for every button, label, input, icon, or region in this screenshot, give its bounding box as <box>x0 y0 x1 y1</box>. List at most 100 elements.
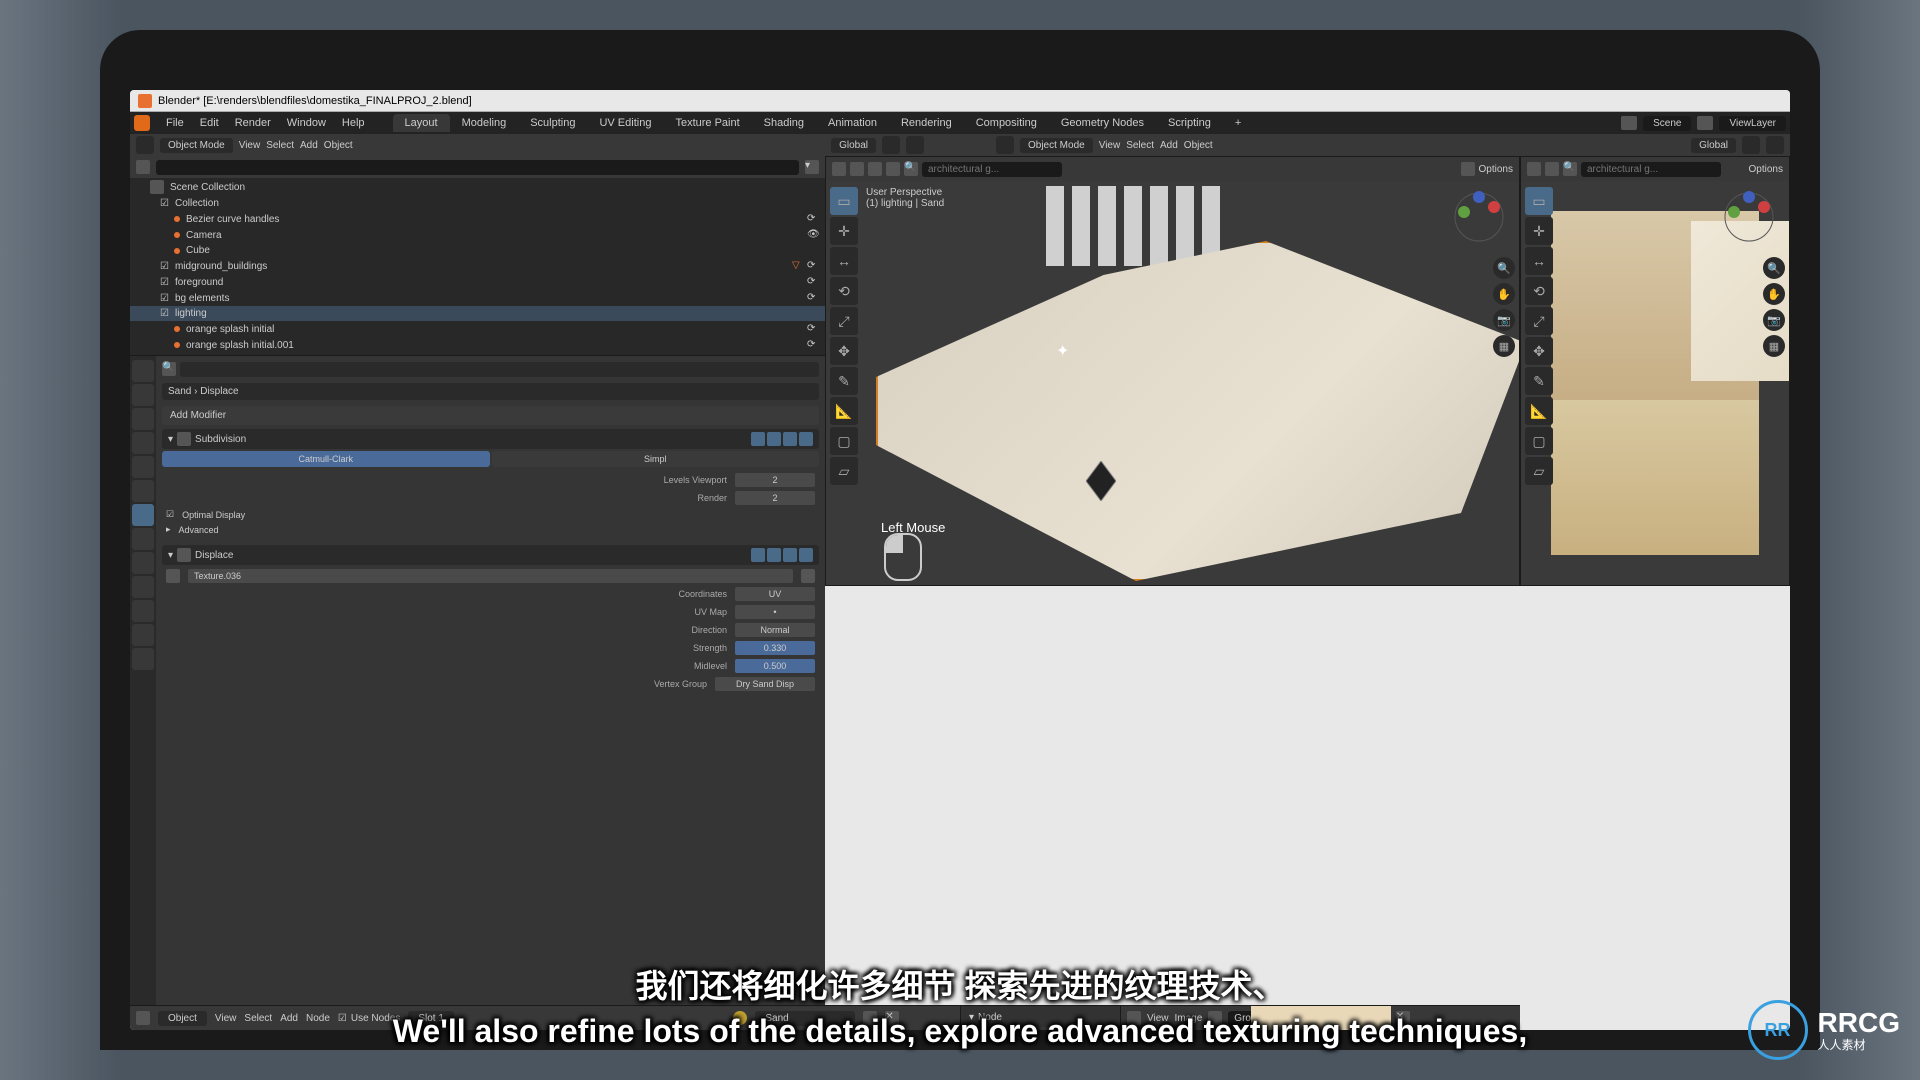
tool-addcube[interactable]: ▢ <box>1525 427 1553 455</box>
tab-sculpting[interactable]: Sculpting <box>518 114 587 132</box>
close-icon[interactable]: ✕ <box>885 1011 899 1025</box>
menu-object[interactable]: Object <box>324 140 353 151</box>
menu-select[interactable]: Select <box>244 1013 272 1024</box>
pan-icon[interactable]: ✋ <box>1493 283 1515 305</box>
editor-type-icon[interactable] <box>136 1011 150 1025</box>
catmull-clark-button[interactable]: Catmull-Clark <box>162 451 490 467</box>
modifier-subdivision-header[interactable]: ▾ Subdivision <box>162 429 819 449</box>
tab-rendering[interactable]: Rendering <box>889 114 964 132</box>
zoom-icon[interactable]: 🔍 <box>1763 257 1785 279</box>
restrict-icon[interactable]: ⟳ <box>807 276 819 288</box>
options-dropdown-2[interactable]: Options <box>1749 164 1783 175</box>
outliner-item[interactable]: orange splash initial⟳ <box>130 321 825 337</box>
tool-select[interactable]: ▭ <box>1525 187 1553 215</box>
material-icon[interactable] <box>733 1011 747 1025</box>
tool-annotate[interactable]: ✎ <box>830 367 858 395</box>
tool-measure[interactable]: 📐 <box>1525 397 1553 425</box>
outliner-item[interactable]: Bezier curve handles⟳ <box>130 211 825 227</box>
mod-toggle-icon[interactable] <box>767 432 781 446</box>
material-field[interactable]: Sand <box>755 1011 855 1026</box>
ptab-output[interactable] <box>132 384 154 406</box>
viewlayer-icon[interactable] <box>1697 116 1713 130</box>
render-levels-input[interactable]: 2 <box>735 491 815 505</box>
pin-icon[interactable] <box>863 1011 877 1025</box>
ptab-physics[interactable] <box>132 552 154 574</box>
tool-cursor[interactable]: ✛ <box>1525 217 1553 245</box>
chevron-right-icon[interactable]: ▸ <box>166 524 171 535</box>
menu-add[interactable]: Add <box>300 140 318 151</box>
coords-dropdown[interactable]: UV <box>735 587 815 601</box>
tool-select[interactable]: ▭ <box>830 187 858 215</box>
mod-toggle-icon[interactable] <box>799 548 813 562</box>
tab-layout[interactable]: Layout <box>393 114 450 132</box>
mod-toggle-icon[interactable] <box>799 432 813 446</box>
menu-window[interactable]: Window <box>279 117 334 129</box>
tab-compositing[interactable]: Compositing <box>964 114 1049 132</box>
outliner-type-icon[interactable] <box>136 160 150 174</box>
tool-cursor[interactable]: ✛ <box>830 217 858 245</box>
scene-icon[interactable] <box>1621 116 1637 130</box>
ptab-render[interactable] <box>132 360 154 382</box>
simple-button[interactable]: Simpl <box>492 451 820 467</box>
camera-icon[interactable]: 📷 <box>1763 309 1785 331</box>
image-editor[interactable]: View Image 2 ✕ 🔍 ✋ <box>1120 1006 1520 1030</box>
mod-toggle-icon[interactable] <box>751 548 765 562</box>
viewlayer-field[interactable]: ViewLayer <box>1719 116 1786 131</box>
checkbox-icon[interactable]: ☑ <box>160 261 169 272</box>
viewport-left[interactable]: 🔍 Options ✦ Left Mouse User Perspective … <box>825 156 1520 586</box>
tab-animation[interactable]: Animation <box>816 114 889 132</box>
viewport-right[interactable]: 🔍 Options ▭ ✛ ↔ ⟲ ⤢ ✥ ✎ 📐 ▢ <box>1520 156 1790 586</box>
menu-help[interactable]: Help <box>334 117 373 129</box>
orientation-dropdown[interactable]: Global <box>831 138 876 153</box>
chevron-down-icon[interactable]: ▾ <box>168 550 173 561</box>
tool-transform[interactable]: ✥ <box>830 337 858 365</box>
menu-view[interactable]: View <box>239 140 261 151</box>
tab-modeling[interactable]: Modeling <box>450 114 519 132</box>
nav-gizmo-2[interactable] <box>1719 187 1779 247</box>
restrict-icon[interactable]: ⟳ <box>807 292 819 304</box>
outliner-item[interactable]: Camera👁 <box>130 227 825 243</box>
overlays-icon[interactable] <box>832 162 846 176</box>
tool-addcube[interactable]: ▢ <box>830 427 858 455</box>
menu-view[interactable]: View <box>215 1013 237 1024</box>
gizmo-icon[interactable] <box>850 162 864 176</box>
tool-shear[interactable]: ▱ <box>830 457 858 485</box>
tool-move[interactable]: ↔ <box>830 247 858 275</box>
menu-image[interactable]: Image <box>1175 1013 1203 1024</box>
optimal-checkbox[interactable]: ☑ <box>166 509 174 520</box>
node-n-panel[interactable]: ▾Node Reset Node Name: Label: ▾Color≡ ▾P… <box>960 1006 1120 1030</box>
slot-dropdown[interactable]: Slot 1 <box>408 1011 454 1026</box>
overlays-icon[interactable] <box>1527 162 1541 176</box>
mod-toggle-icon[interactable] <box>783 548 797 562</box>
mod-toggle-icon[interactable] <box>783 432 797 446</box>
restrict-icon[interactable]: ⟳ <box>807 339 819 351</box>
outliner-item[interactable]: orange splash initial.001⟳ <box>130 337 825 353</box>
ptab-viewlayer[interactable] <box>132 408 154 430</box>
menu-select-2[interactable]: Select <box>1126 140 1154 151</box>
close-icon[interactable]: ✕ <box>1396 1011 1410 1025</box>
restrict-icon[interactable]: ⟳ <box>807 323 819 335</box>
tab-geonodes[interactable]: Geometry Nodes <box>1049 114 1156 132</box>
menu-select[interactable]: Select <box>266 140 294 151</box>
snap-icon[interactable] <box>882 136 900 154</box>
restrict-icon[interactable]: 👁 <box>807 229 819 241</box>
restrict-icon[interactable]: ⟳ <box>807 213 819 225</box>
node-editor[interactable]: Object View Select Add Node ☑Use Nodes S… <box>130 1005 1520 1030</box>
outliner-item[interactable]: ☑Collection <box>130 196 825 211</box>
scene-field[interactable]: Scene <box>1643 116 1691 131</box>
tool-annotate[interactable]: ✎ <box>1525 367 1553 395</box>
node-object-dropdown[interactable]: Object <box>158 1011 207 1026</box>
shading-render-icon[interactable] <box>1545 162 1559 176</box>
tool-move[interactable]: ↔ <box>1525 247 1553 275</box>
chevron-down-icon[interactable]: ▾ <box>168 434 173 445</box>
tool-transform[interactable]: ✥ <box>1525 337 1553 365</box>
chevron-down-icon[interactable]: ▾ <box>969 1012 974 1023</box>
ptab-data[interactable] <box>132 600 154 622</box>
checkbox-icon[interactable]: ☑ <box>160 198 169 209</box>
menu-view-2[interactable]: View <box>1099 140 1121 151</box>
tab-add[interactable]: + <box>1223 114 1253 132</box>
tool-scale[interactable]: ⤢ <box>1525 307 1553 335</box>
ptab-material[interactable] <box>132 624 154 646</box>
ptab-object[interactable] <box>132 480 154 502</box>
proportional-icon-2[interactable] <box>1766 136 1784 154</box>
